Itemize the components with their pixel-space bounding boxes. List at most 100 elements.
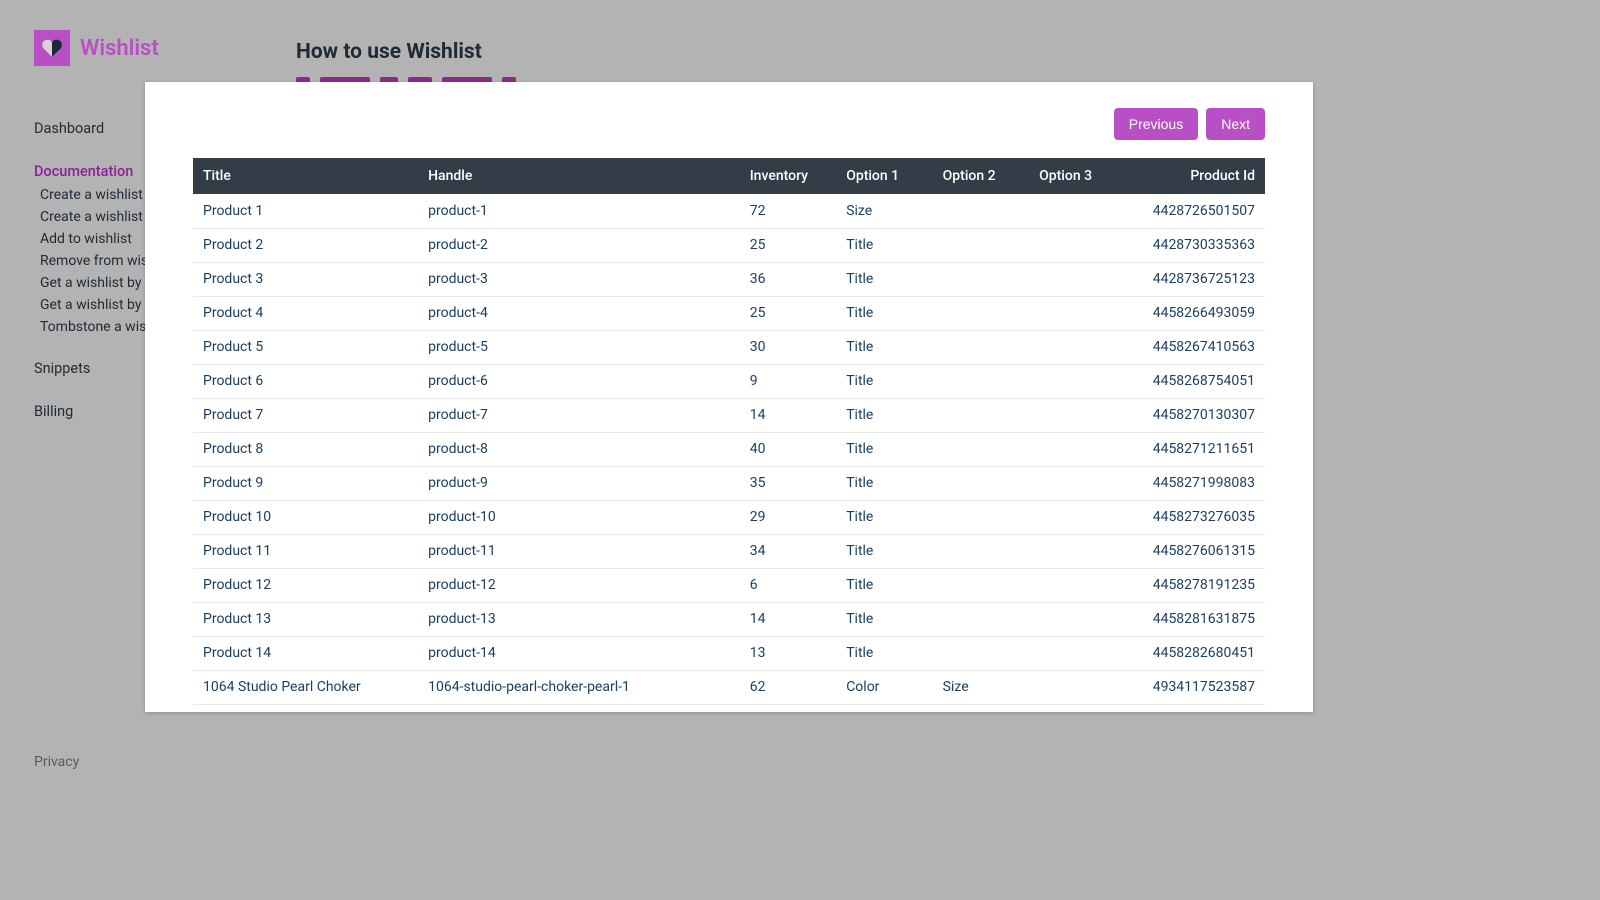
table-cell: 4458268754051 xyxy=(1126,364,1265,398)
table-cell: Product 2 xyxy=(193,228,418,262)
table-cell: product-12 xyxy=(418,568,740,602)
table-cell xyxy=(1029,364,1125,398)
table-row[interactable]: Product 10product-1029Title4458273276035 xyxy=(193,500,1265,534)
table-cell: Title xyxy=(836,636,932,670)
table-cell xyxy=(933,568,1029,602)
table-cell: 72 xyxy=(740,194,836,228)
table-cell xyxy=(1029,466,1125,500)
table-body: Product 1product-172Size4428726501507Pro… xyxy=(193,194,1265,712)
table-cell: 4458278191235 xyxy=(1126,568,1265,602)
table-cell xyxy=(933,636,1029,670)
table-cell: Title xyxy=(836,534,932,568)
table-cell xyxy=(933,534,1029,568)
table-cell: Product 10 xyxy=(193,500,418,534)
table-cell: Product 4 xyxy=(193,296,418,330)
table-cell: huntington-tee-white-w-black-2 xyxy=(418,704,740,712)
table-cell: Product 13 xyxy=(193,602,418,636)
table-row[interactable]: Product 3product-336Title 4428736725123 xyxy=(193,262,1265,296)
table-cell: Size xyxy=(933,704,1029,712)
table-cell: 4428736725123 xyxy=(1126,262,1265,296)
table-cell: 4428730335363 xyxy=(1126,228,1265,262)
table-row[interactable]: Product 2product-225Title4428730335363 xyxy=(193,228,1265,262)
table-row[interactable]: Product 9product-935Title4458271998083 xyxy=(193,466,1265,500)
table-cell: 4458266493059 xyxy=(1126,296,1265,330)
table-header-cell: Option 1 xyxy=(836,158,932,194)
next-button[interactable]: Next xyxy=(1206,108,1265,140)
table-cell: 1064-studio-pearl-choker-pearl-1 xyxy=(418,670,740,704)
table-cell xyxy=(933,364,1029,398)
table-row[interactable]: 1064 Studio Pearl Choker1064-studio-pear… xyxy=(193,670,1265,704)
brand: Wishlist xyxy=(34,30,245,66)
table-cell: product-6 xyxy=(418,364,740,398)
brand-logo xyxy=(34,30,70,66)
table-header-cell: Handle xyxy=(418,158,740,194)
table-cell xyxy=(1029,500,1125,534)
table-cell: 1064 Studio Pearl Choker xyxy=(193,670,418,704)
table-row[interactable]: Product 14product-1413Title4458282680451 xyxy=(193,636,1265,670)
table-cell: Product 6 xyxy=(193,364,418,398)
table-cell: Title xyxy=(836,296,932,330)
table-cell: Huntington Tee xyxy=(193,704,418,712)
table-row[interactable]: Product 5product-530Title4458267410563 xyxy=(193,330,1265,364)
table-cell: 30 xyxy=(740,330,836,364)
table-cell: Title xyxy=(836,568,932,602)
table-cell: Title xyxy=(836,398,932,432)
table-cell: Color xyxy=(836,670,932,704)
table-cell: Size xyxy=(836,194,932,228)
table-cell: 4458271998083 xyxy=(1126,466,1265,500)
table-cell: 14 xyxy=(740,602,836,636)
table-cell: Title xyxy=(836,602,932,636)
table-cell: 4458271211651 xyxy=(1126,432,1265,466)
table-cell: Product 14 xyxy=(193,636,418,670)
table-row[interactable]: Product 4product-425Title4458266493059 xyxy=(193,296,1265,330)
table-cell: Product 3 xyxy=(193,262,418,296)
table-cell: 4458267410563 xyxy=(1126,330,1265,364)
table-cell: 6 xyxy=(740,568,836,602)
nav-privacy[interactable]: Privacy xyxy=(34,754,79,770)
table-cell: 25 xyxy=(740,296,836,330)
table-cell xyxy=(933,432,1029,466)
table-row[interactable]: Product 7product-714Title4458270130307 xyxy=(193,398,1265,432)
table-cell xyxy=(1029,704,1125,712)
table-row[interactable]: Product 6product-69Title4458268754051 xyxy=(193,364,1265,398)
table-cell xyxy=(933,194,1029,228)
table-cell: product-1 xyxy=(418,194,740,228)
table-cell: Title xyxy=(836,330,932,364)
table-cell xyxy=(933,398,1029,432)
previous-button[interactable]: Previous xyxy=(1114,108,1198,140)
table-cell xyxy=(1029,262,1125,296)
table-cell: product-9 xyxy=(418,466,740,500)
table-row[interactable]: Product 11product-1134Title4458276061315 xyxy=(193,534,1265,568)
table-cell xyxy=(933,262,1029,296)
main-panel[interactable]: Previous Next TitleHandleInventoryOption… xyxy=(145,82,1313,712)
table-row[interactable]: Product 8product-840Title4458271211651 xyxy=(193,432,1265,466)
table-row[interactable]: Product 12product-126Title 4458278191235 xyxy=(193,568,1265,602)
table-cell: 34 xyxy=(740,534,836,568)
table-cell: Title xyxy=(836,466,932,500)
table-cell xyxy=(1029,194,1125,228)
table-cell: 13 xyxy=(740,636,836,670)
table-header-row: TitleHandleInventoryOption 1Option 2Opti… xyxy=(193,158,1265,194)
table-cell: 0 xyxy=(740,704,836,712)
table-cell xyxy=(1029,228,1125,262)
table-cell: 4458273276035 xyxy=(1126,500,1265,534)
table-cell: product-3 xyxy=(418,262,740,296)
table-cell: 25 xyxy=(740,228,836,262)
table-cell xyxy=(1029,398,1125,432)
table-cell xyxy=(933,466,1029,500)
table-header-cell: Product Id xyxy=(1126,158,1265,194)
table-cell: Size xyxy=(933,670,1029,704)
table-cell: Product 12 xyxy=(193,568,418,602)
table-cell: Product 7 xyxy=(193,398,418,432)
table-cell: product-5 xyxy=(418,330,740,364)
table-row[interactable]: Product 1product-172Size4428726501507 xyxy=(193,194,1265,228)
table-cell: 4458282680451 xyxy=(1126,636,1265,670)
table-row[interactable]: Product 13product-1314Title4458281631875 xyxy=(193,602,1265,636)
table-cell xyxy=(1029,330,1125,364)
table-cell: Title xyxy=(836,262,932,296)
table-cell xyxy=(933,296,1029,330)
table-cell: Product 8 xyxy=(193,432,418,466)
table-row[interactable]: Huntington Teehuntington-tee-white-w-bla… xyxy=(193,704,1265,712)
table-header-cell: Option 3 xyxy=(1029,158,1125,194)
table-cell: 36 xyxy=(740,262,836,296)
